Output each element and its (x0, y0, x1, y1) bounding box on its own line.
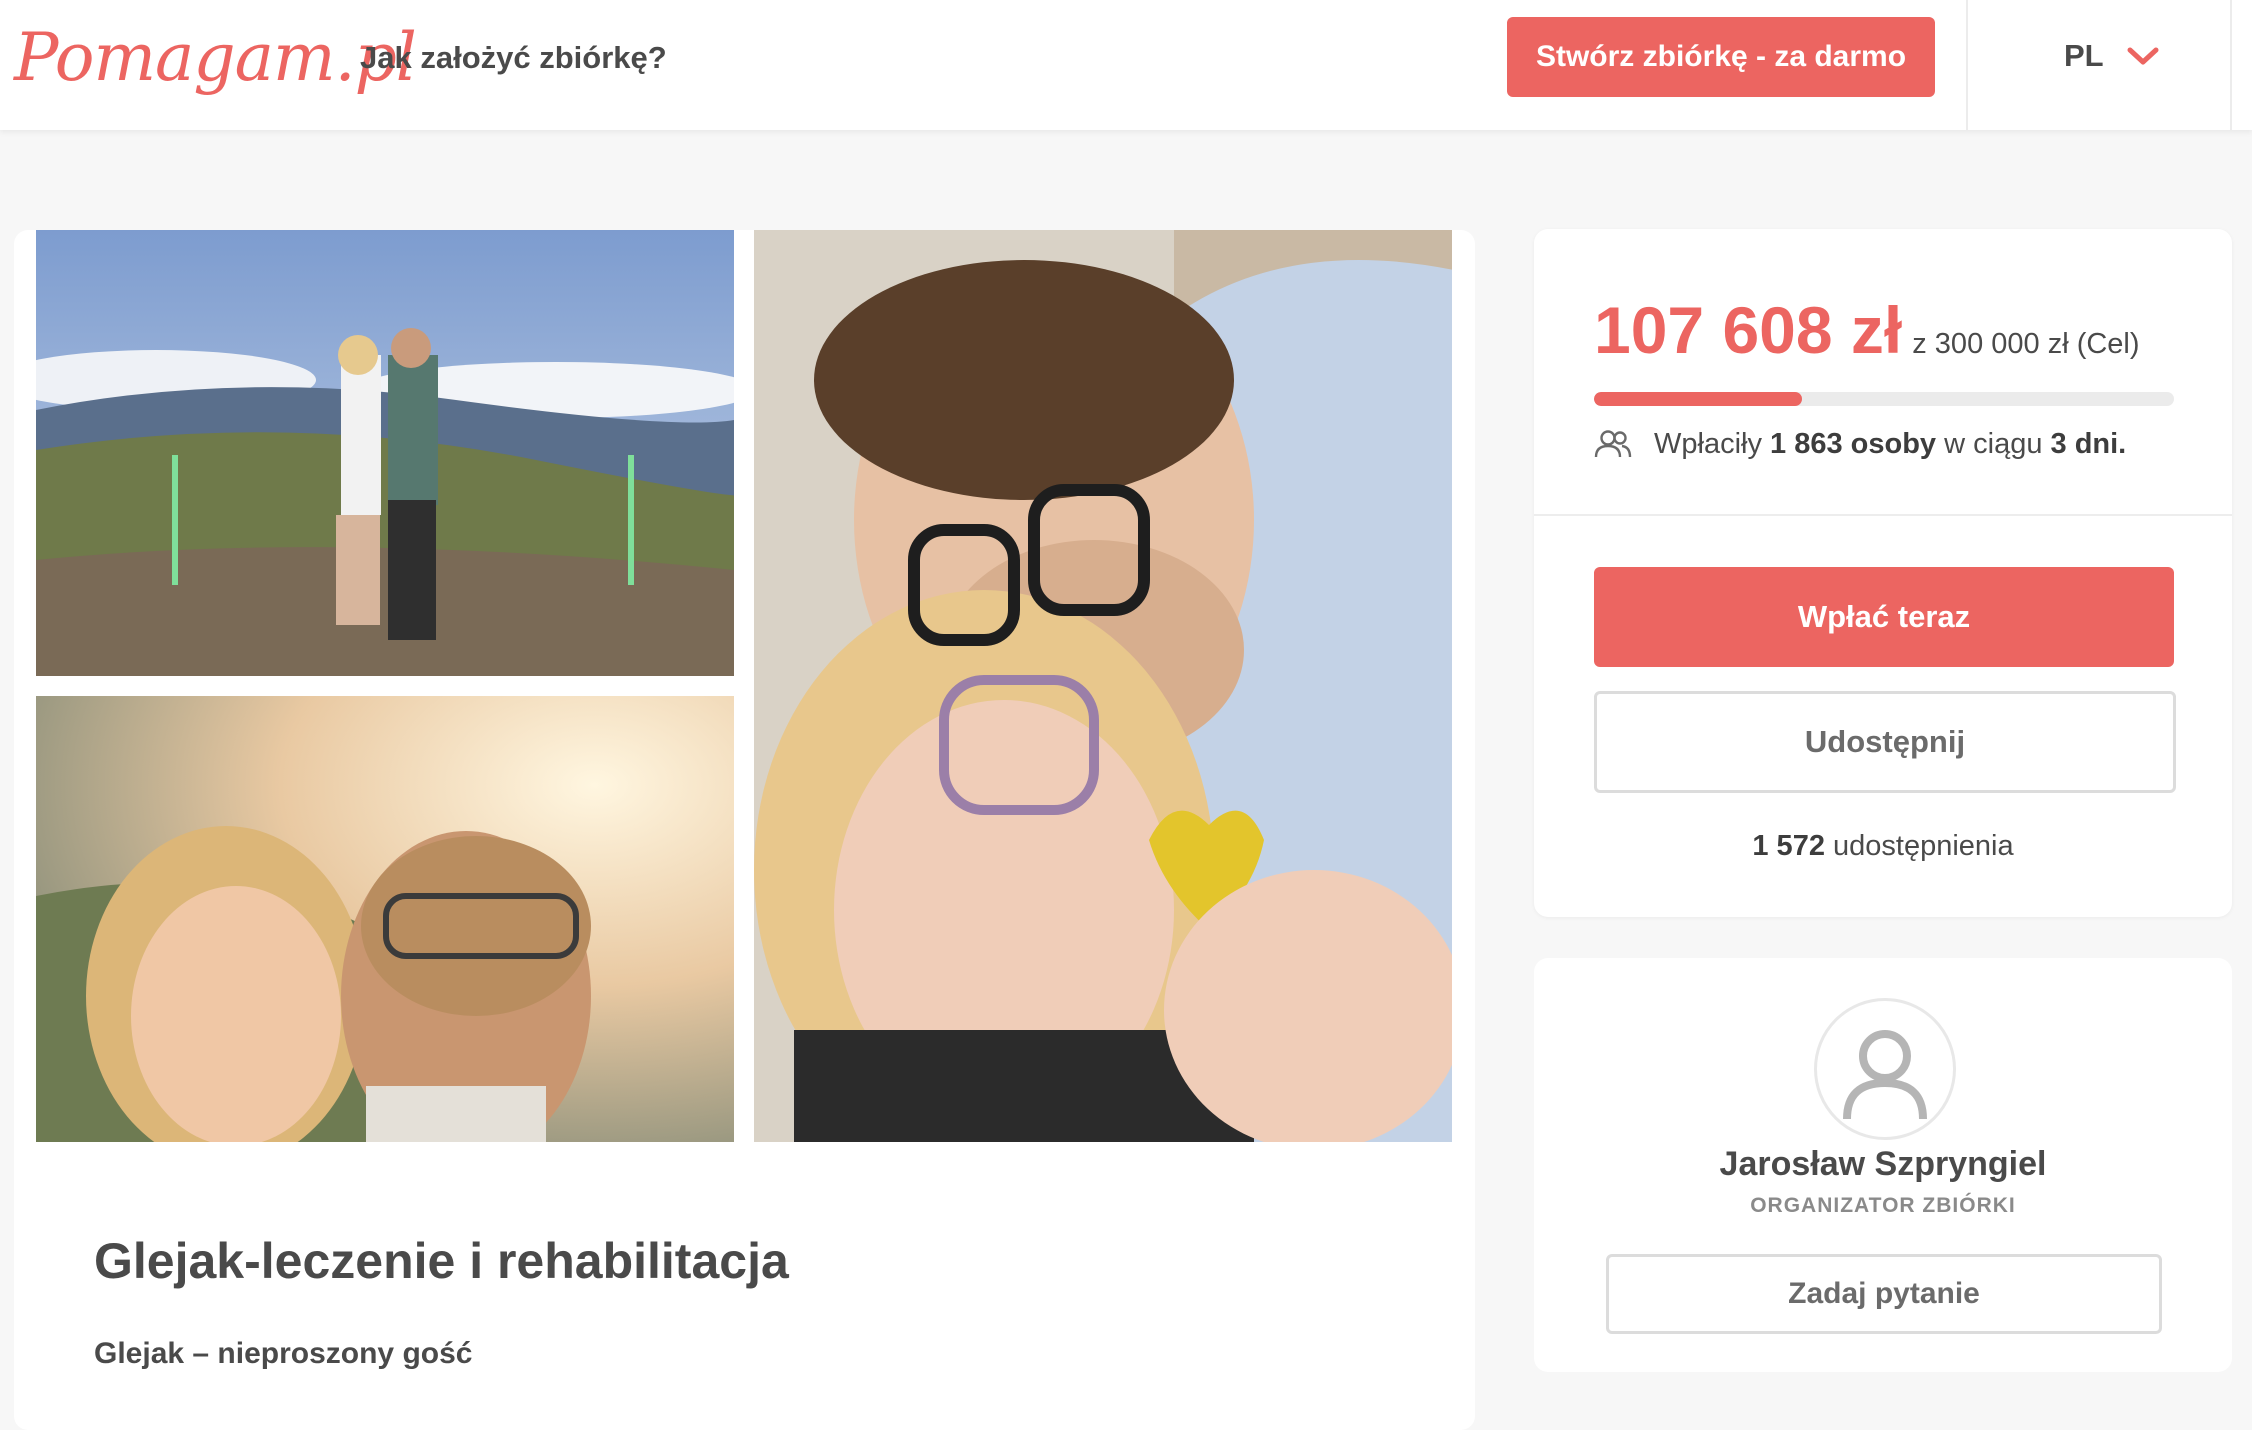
campaign-subtitle: Glejak – nieproszony gość (94, 1337, 473, 1370)
couple-mountain-photo[interactable] (36, 230, 734, 676)
donors-text: Wpłaciły 1 863 osoby w ciągu 3 dni. (1654, 424, 2126, 464)
create-fundraiser-button[interactable]: Stwórz zbiórkę - za darmo (1507, 17, 1935, 97)
donors-info: Wpłaciły 1 863 osoby w ciągu 3 dni. (1594, 424, 2126, 464)
organizer-avatar (1814, 998, 1956, 1140)
goal-amount: z 300 000 zł (Cel) (1912, 328, 2140, 360)
amount-row: 107 608 zł z 300 000 zł (Cel) (1594, 290, 2140, 370)
raised-amount: 107 608 zł (1594, 293, 1903, 367)
people-icon (1594, 430, 1632, 458)
shares-count: 1 572 udostępnienia (1534, 826, 2232, 866)
organizer-role: ORGANIZATOR ZBIÓRKI (1750, 1194, 2016, 1217)
couple-heart-selfie-photo[interactable] (754, 230, 1452, 1142)
card-divider (1534, 514, 2232, 516)
shares-number: 1 572 (1752, 830, 1825, 862)
donors-count: 1 863 osoby (1770, 428, 1937, 460)
campaign-title: Glejak-leczenie i rehabilitacja (94, 1233, 789, 1289)
progress-bar (1594, 392, 2174, 406)
language-selector[interactable]: PL (2064, 38, 2160, 74)
ask-question-button[interactable]: Zadaj pytanie (1606, 1254, 2162, 1334)
donate-now-button[interactable]: Wpłać teraz (1594, 567, 2174, 667)
share-button[interactable]: Udostępnij (1594, 691, 2176, 793)
couple-sunset-selfie-photo[interactable] (36, 696, 734, 1142)
language-label: PL (2064, 38, 2104, 73)
top-header: Pomagam.pl Jak założyć zbiórkę? Stwórz z… (0, 0, 2252, 130)
donation-days: 3 dni. (2050, 428, 2127, 460)
header-divider (1966, 0, 1968, 130)
user-icon (1843, 1030, 1927, 1120)
shares-label: udostępnienia (1833, 830, 2014, 862)
site-logo[interactable]: Pomagam.pl (14, 8, 417, 108)
progress-fill (1594, 392, 1803, 406)
donors-middle: w ciągu (1944, 428, 2043, 460)
chevron-down-icon (2127, 47, 2159, 65)
how-to-create-link[interactable]: Jak założyć zbiórkę? (360, 38, 667, 78)
donors-prefix: Wpłaciły (1654, 428, 1762, 460)
organizer-name: Jarosław Szpryngiel (1719, 1145, 2047, 1183)
header-divider-right (2230, 0, 2232, 130)
